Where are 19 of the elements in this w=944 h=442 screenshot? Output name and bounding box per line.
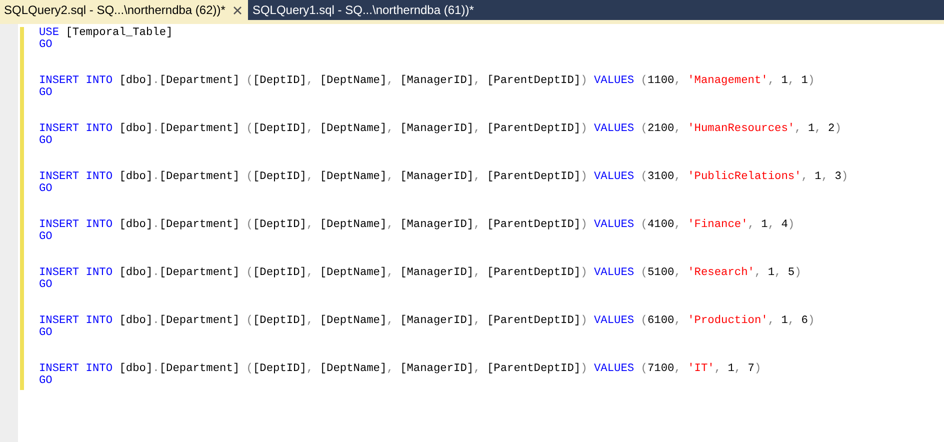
code-line: GO: [39, 87, 54, 99]
code-line: GO: [39, 39, 54, 51]
code-line: INSERT INTO [dbo].[Department] ([DeptID], [DeptName], [ManagerID], [ParentDeptID]) VALUES (3100, 'PublicRelations', 1, 3): [39, 171, 848, 183]
code-line: USE [Temporal_Table]: [39, 27, 174, 39]
code-line: GO: [39, 135, 54, 147]
code-line: INSERT INTO [dbo].[Department] ([DeptID], [DeptName], [ManagerID], [ParentDeptID]) VALUES (2100, 'HumanResources', 1, 2): [39, 123, 842, 135]
document-tab[interactable]: SQLQuery2.sql - SQ...\northerndba (62))*: [0, 0, 248, 20]
code-line: GO: [39, 183, 54, 195]
code-line: GO: [39, 231, 54, 243]
code-line: INSERT INTO [dbo].[Department] ([DeptID], [DeptName], [ManagerID], [ParentDeptID]) VALUES (4100, 'Finance', 1, 4): [39, 219, 796, 231]
document-tab[interactable]: SQLQuery1.sql - SQ...\northerndba (61))*: [248, 0, 480, 20]
close-icon[interactable]: [233, 6, 242, 14]
code-line: GO: [39, 375, 54, 387]
code-line: GO: [39, 279, 54, 291]
code-line: GO: [39, 327, 54, 339]
code-line: INSERT INTO [dbo].[Department] ([DeptID], [DeptName], [ManagerID], [ParentDeptID]) VALUES (5100, 'Research', 1, 5): [39, 267, 802, 279]
code-line: INSERT INTO [dbo].[Department] ([DeptID], [DeptName], [ManagerID], [ParentDeptID]) VALUES (7100, 'IT', 1, 7): [39, 363, 762, 375]
code-line: INSERT INTO [dbo].[Department] ([DeptID], [DeptName], [ManagerID], [ParentDeptID]) VALUES (6100, 'Production', 1, 6): [39, 315, 816, 327]
code-line: INSERT INTO [dbo].[Department] ([DeptID], [DeptName], [ManagerID], [ParentDeptID]) VALUES (1100, 'Management', 1, 1): [39, 75, 816, 87]
